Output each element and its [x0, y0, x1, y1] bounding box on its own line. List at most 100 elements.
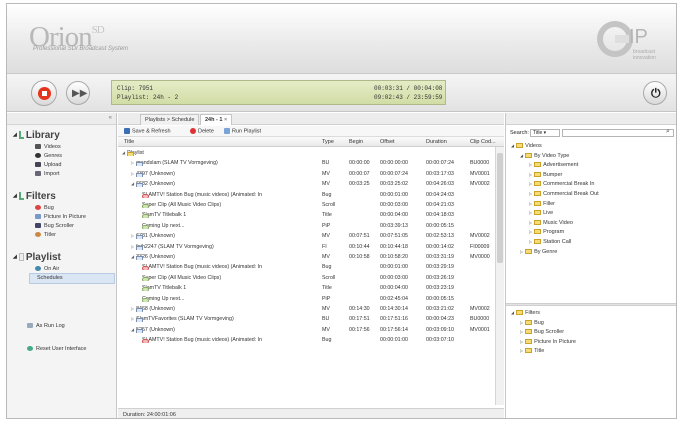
caret-right-icon[interactable]: ▷: [529, 201, 532, 206]
caret-right-icon[interactable]: ▷: [529, 172, 532, 177]
caret-down-icon[interactable]: ◢: [511, 143, 514, 148]
table-row[interactable]: SlamTV Titlebalk 1 Title 00:00:04:00 00:03:…: [118, 283, 494, 293]
caret-right-icon[interactable]: ▷: [520, 320, 523, 325]
tree-node[interactable]: ▷ Commercial Break In: [529, 181, 594, 187]
expand-toggle-icon[interactable]: ◢: [131, 181, 134, 186]
tree-node[interactable]: ▷ Live: [529, 210, 553, 216]
column-begin[interactable]: Begin: [349, 139, 363, 145]
sidebar-item-bug[interactable]: Bug: [35, 205, 54, 211]
column-type[interactable]: Type: [322, 139, 334, 145]
tree-node[interactable]: ▷ Commercial Break Out: [529, 191, 599, 197]
caret-right-icon[interactable]: ▷: [529, 210, 532, 215]
expand-toggle-icon[interactable]: ▷: [131, 160, 134, 165]
tree-node[interactable]: ▷ Title: [520, 348, 544, 354]
caret-right-icon[interactable]: ▷: [529, 191, 532, 196]
tree-node[interactable]: ▷ Filler: [529, 201, 555, 207]
expand-toggle-icon[interactable]: ▷: [131, 233, 134, 238]
caret-right-icon[interactable]: ▷: [529, 239, 532, 244]
playlist-section-title[interactable]: ◢ Playlist: [13, 252, 61, 263]
expand-toggle-icon[interactable]: ◢: [122, 150, 125, 155]
caret-right-icon[interactable]: ▷: [520, 348, 523, 353]
save-refresh-button[interactable]: Save & Refresh: [124, 128, 171, 134]
caret-right-icon[interactable]: ▷: [529, 181, 532, 186]
tree-node[interactable]: ◢ Videos: [511, 143, 542, 149]
table-row[interactable]: SlamTV Titlebalk 1 Title 00:00:04:00 00:04:…: [118, 210, 494, 220]
collapse-sidebar-icon[interactable]: «: [109, 115, 112, 121]
sidebar-item-genres[interactable]: Genres: [35, 153, 62, 159]
stop-button[interactable]: [31, 80, 57, 106]
table-row[interactable]: SLAMTV! Station Bug (music videos) (Anim…: [118, 262, 494, 272]
table-row[interactable]: SLAMTV! Station Bug (music videos) (Anim…: [118, 335, 494, 345]
table-row[interactable]: ◢ 6682 (Unknown) MV 00:03:25 00:03:25:02 00:0…: [118, 179, 494, 189]
search-field-select[interactable]: Title ▾: [530, 129, 560, 137]
caret-right-icon[interactable]: ▷: [529, 229, 532, 234]
caret-right-icon[interactable]: ▷: [520, 339, 523, 344]
table-row[interactable]: SLAMTV! Station Bug (music videos) (Anim…: [118, 190, 494, 200]
table-row[interactable]: ▷ grandslam (SLAM TV Vormgeving) BU 00:00:0…: [118, 158, 494, 168]
sidebar-item-videos[interactable]: Videos: [35, 144, 61, 150]
scroll-thumb[interactable]: [497, 153, 503, 263]
expand-toggle-icon[interactable]: ◢: [131, 254, 134, 259]
sidebar-item-picture-in-picture[interactable]: Picture In Picture: [35, 214, 86, 220]
table-row[interactable]: Super Clip (All Music Video Clips) Scroll…: [118, 200, 494, 210]
caret-down-icon[interactable]: ◢: [511, 310, 514, 315]
tree-node[interactable]: ▷ Music Video: [529, 220, 573, 226]
tree-node[interactable]: ▷ Picture In Picture: [520, 339, 576, 345]
table-row[interactable]: ▷ foth2247 (SLAM TV Vormgeving) FI 00:10:44…: [118, 242, 494, 252]
table-row[interactable]: ▷ 6781 (Unknown) MV 00:07:51 00:07:51:05 00:0…: [118, 231, 494, 241]
filters-section-title[interactable]: ◢ Filters: [13, 191, 56, 202]
sidebar-item-on-air[interactable]: On Air: [35, 266, 59, 272]
table-row[interactable]: ▷ 4397 (Unknown) MV 00:00:07 00:00:07:24 00:0…: [118, 169, 494, 179]
tree-node[interactable]: ▷ By Genre: [520, 249, 557, 255]
expand-toggle-icon[interactable]: ▷: [131, 171, 134, 176]
sidebar-item-reset-ui[interactable]: Reset User Interface: [27, 346, 86, 352]
table-row[interactable]: ◢ Playlist: [118, 148, 494, 158]
search-input[interactable]: [562, 129, 674, 137]
vertical-scrollbar[interactable]: [495, 147, 504, 405]
expand-toggle-icon[interactable]: ◢: [131, 327, 134, 332]
tree-node[interactable]: ▷ Advertisement: [529, 162, 578, 168]
library-section-title[interactable]: ◢ Library: [13, 130, 60, 141]
skip-forward-button[interactable]: ▶▶: [66, 81, 90, 105]
tree-node[interactable]: ▷ Bug Scroller: [520, 329, 564, 335]
table-row[interactable]: ▷ 8468 (Unknown) MV 00:14:30 00:14:30:14 00:0…: [118, 304, 494, 314]
caret-down-icon[interactable]: ◢: [520, 153, 523, 158]
sidebar-item-bug-scroller[interactable]: Bug Scroller: [35, 223, 74, 229]
delete-button[interactable]: Delete: [190, 128, 214, 134]
power-button[interactable]: ⏻: [643, 81, 667, 105]
tree-node[interactable]: ◢ Filters: [511, 310, 540, 316]
close-tab-icon[interactable]: ×: [224, 117, 227, 123]
table-row[interactable]: Coming Up next... PiP 00:03:39:13 00:00:05:…: [118, 221, 494, 231]
sidebar-item-as-run-log[interactable]: As Run Log: [27, 323, 65, 329]
tree-node[interactable]: ▷ Program: [529, 229, 564, 235]
sidebar-item-titler[interactable]: Titler: [35, 232, 56, 238]
expand-toggle-icon[interactable]: ▷: [131, 306, 134, 311]
caret-right-icon[interactable]: ▷: [529, 220, 532, 225]
caret-right-icon[interactable]: ▷: [520, 329, 523, 334]
column-duration[interactable]: Duration: [426, 139, 447, 145]
search-icon[interactable]: ⌕: [666, 128, 670, 136]
expand-toggle-icon[interactable]: ▷: [131, 244, 134, 249]
tab-schedule[interactable]: Playlists > Schedule: [140, 114, 200, 125]
column-clip-code[interactable]: Clip Cod...: [470, 139, 496, 145]
table-row[interactable]: ◢ 5257 (Unknown) MV 00:17:56 00:17:56:14 00:0…: [118, 325, 494, 335]
tree-node[interactable]: ▷ Bug: [520, 320, 544, 326]
table-row[interactable]: Super Clip (All Music Video Clips) Scroll…: [118, 273, 494, 283]
tree-node[interactable]: ◢ By Video Type: [520, 153, 569, 159]
sidebar-item-import[interactable]: Import: [35, 171, 60, 177]
sidebar-item-upload[interactable]: Upload: [35, 162, 61, 168]
run-playlist-button[interactable]: Run Playlist: [224, 128, 261, 134]
expand-toggle-icon[interactable]: ▷: [131, 316, 134, 321]
panel-divider[interactable]: [506, 303, 676, 306]
caret-right-icon[interactable]: ▷: [529, 162, 532, 167]
tree-node[interactable]: ▷ Station Call: [529, 239, 571, 245]
sidebar-item-schedules[interactable]: Schedules: [37, 275, 63, 281]
caret-right-icon[interactable]: ▷: [520, 249, 523, 254]
table-row[interactable]: ▷ SlamTVFavorites (SLAM TV Vormgeving) BU 0…: [118, 314, 494, 324]
tree-node[interactable]: ▷ Bumper: [529, 172, 562, 178]
column-offset[interactable]: Offset: [380, 139, 395, 145]
table-row[interactable]: Coming Up next... PiP 00:02:45:04 00:00:05:…: [118, 294, 494, 304]
column-title[interactable]: Title: [124, 139, 134, 145]
table-row[interactable]: ◢ 3326 (Unknown) MV 00:10:58 00:10:58:20 00:0…: [118, 252, 494, 262]
tab-24h-1[interactable]: 24h - 1 ×: [200, 114, 233, 125]
